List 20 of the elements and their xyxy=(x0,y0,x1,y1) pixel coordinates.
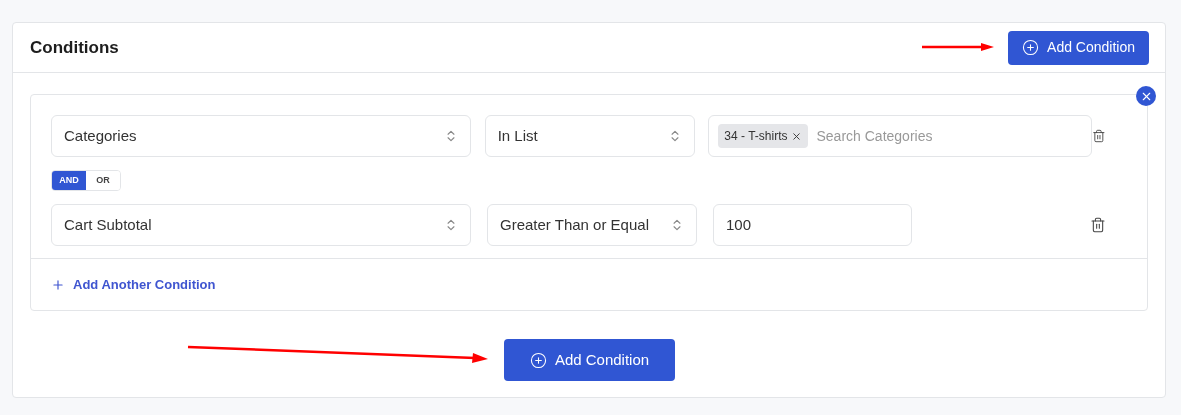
close-button[interactable] xyxy=(1136,86,1156,106)
plus-circle-icon xyxy=(1022,39,1040,56)
trash-icon[interactable] xyxy=(1090,217,1106,233)
trash-icon[interactable] xyxy=(1092,128,1106,144)
select-field[interactable]: In List xyxy=(484,115,695,157)
plus-icon xyxy=(51,277,65,292)
select-field[interactable]: Greater Than or Equal xyxy=(487,204,697,246)
select-field[interactable]: Categories xyxy=(51,115,471,157)
remove-icon[interactable] xyxy=(791,130,803,142)
value-field[interactable]: 100 xyxy=(713,204,912,246)
add-another-condition-link[interactable]: Add Another Condition xyxy=(51,274,216,295)
add-condition-button[interactable]: Add Condition xyxy=(1008,30,1149,65)
add-condition-button[interactable]: Add Condition xyxy=(503,339,676,381)
search-input[interactable]: Search Categories xyxy=(816,125,1083,147)
category-tag: 34 - T-shirts xyxy=(718,124,809,148)
category-search-field[interactable]: 34 - T-shirts Search Categories xyxy=(708,115,1093,157)
select-field[interactable]: Cart Subtotal xyxy=(51,204,471,246)
connector-toggle[interactable]: AND xyxy=(52,171,86,190)
card-title: Conditions xyxy=(30,36,119,59)
plus-circle-icon xyxy=(529,351,547,369)
